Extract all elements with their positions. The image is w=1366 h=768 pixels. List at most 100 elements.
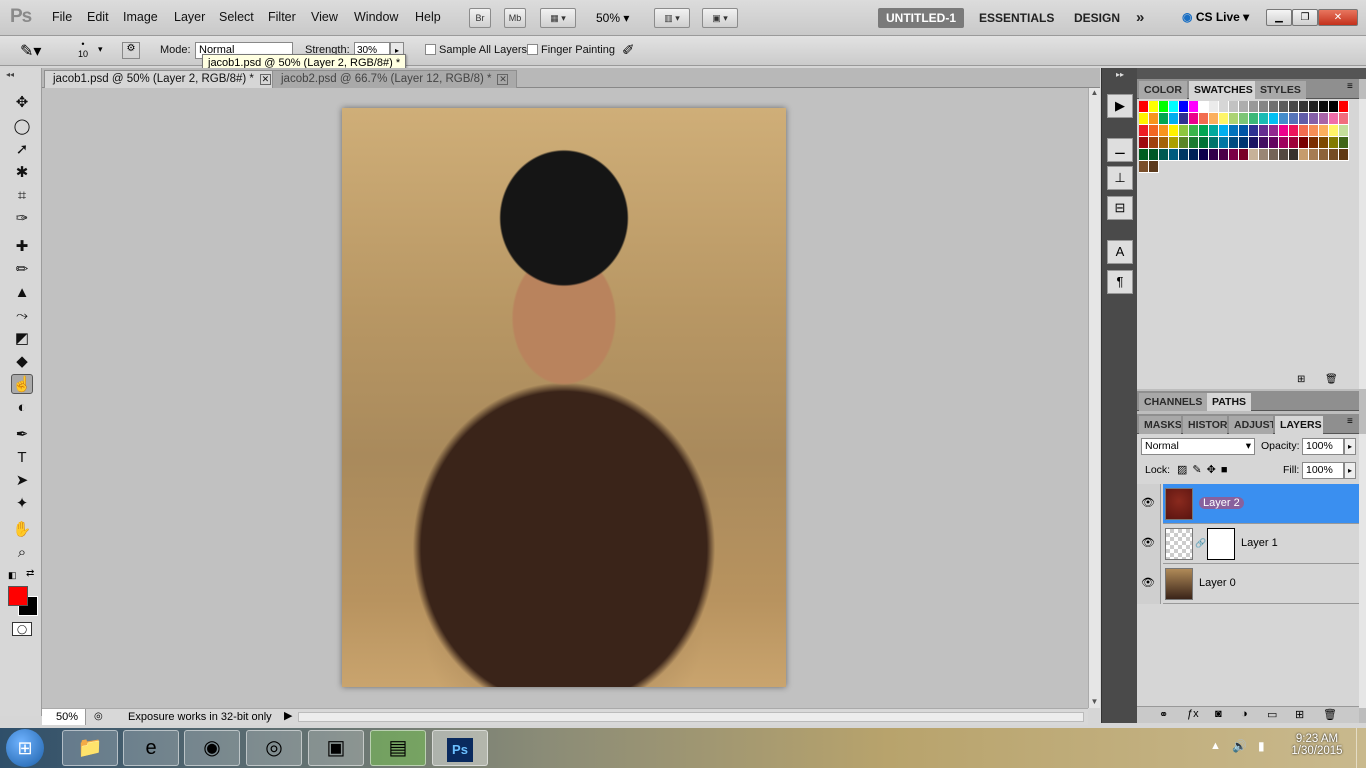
path-selection-tool-icon[interactable]: ➤ [11, 471, 33, 491]
color-swatch[interactable] [1279, 101, 1289, 113]
color-swatch[interactable] [1159, 149, 1169, 161]
color-swatch[interactable] [1139, 101, 1149, 113]
smudge-tool-preset-icon[interactable]: ✎▾ [20, 41, 41, 61]
color-swatch[interactable] [1209, 137, 1219, 149]
close-icon[interactable]: ✕ [497, 74, 509, 85]
color-swatch[interactable] [1159, 137, 1169, 149]
new-layer-icon[interactable]: ⊞ [1295, 708, 1304, 721]
color-swatch[interactable] [1329, 125, 1339, 137]
scroll-down-icon[interactable]: ▼ [1089, 697, 1100, 706]
color-swatch[interactable] [1189, 149, 1199, 161]
color-swatch[interactable] [1289, 125, 1299, 137]
eye-icon[interactable]: 👁 [1141, 536, 1155, 550]
tab-swatches[interactable]: SWATCHES [1189, 81, 1258, 99]
scroll-up-icon[interactable]: ▲ [1089, 88, 1100, 97]
color-swatch[interactable] [1179, 149, 1189, 161]
color-swatch[interactable] [1219, 113, 1229, 125]
volume-icon[interactable]: 🔊 [1232, 739, 1247, 753]
color-swatch[interactable] [1159, 125, 1169, 137]
color-swatch[interactable] [1319, 137, 1329, 149]
eye-icon[interactable]: 👁 [1141, 496, 1155, 510]
color-swatch[interactable] [1339, 125, 1349, 137]
workspace-untitled[interactable]: UNTITLED-1 [878, 8, 964, 28]
close-icon[interactable]: ✕ [259, 74, 271, 85]
color-swatch[interactable] [1339, 137, 1349, 149]
color-swatch[interactable] [1269, 149, 1279, 161]
fill-input[interactable]: 100% [1302, 462, 1344, 479]
paragraph-panel-icon[interactable]: ¶ [1107, 270, 1133, 294]
eyedropper-tool-icon[interactable]: ✑ [11, 209, 33, 229]
tab-masks[interactable]: MASKS [1139, 416, 1181, 434]
color-swatch[interactable] [1339, 149, 1349, 161]
swatches-scrollbar[interactable] [1359, 99, 1366, 389]
color-swatch[interactable] [1309, 149, 1319, 161]
marquee-tool-icon[interactable]: ◯ [11, 117, 33, 137]
color-swatch[interactable] [1229, 149, 1239, 161]
color-swatch[interactable] [1299, 149, 1309, 161]
color-swatch[interactable] [1249, 101, 1259, 113]
color-swatch[interactable] [1279, 149, 1289, 161]
lock-pixels-icon[interactable]: ✎ [1192, 464, 1206, 476]
hand-tool-icon[interactable]: ✋ [11, 520, 33, 540]
tab-styles[interactable]: STYLES [1255, 81, 1306, 99]
panel-collapse-bar[interactable] [1137, 68, 1366, 79]
mini-bridge-button[interactable]: Mb [504, 8, 526, 28]
color-swatch[interactable] [1239, 125, 1249, 137]
canvas-horizontal-scrollbar[interactable] [298, 712, 1084, 722]
color-swatch[interactable] [1319, 101, 1329, 113]
color-swatch[interactable] [1229, 101, 1239, 113]
document-image[interactable] [342, 108, 786, 687]
color-swatch[interactable] [1329, 101, 1339, 113]
eraser-tool-icon[interactable]: ◩ [11, 329, 33, 349]
color-swatch[interactable] [1239, 101, 1249, 113]
layer-2-name[interactable]: Layer 2 [1199, 497, 1244, 509]
status-zoom[interactable]: 50% [42, 709, 86, 725]
sample-all-layers-checkbox[interactable] [425, 44, 436, 55]
color-swatch[interactable] [1329, 137, 1339, 149]
color-swatch[interactable] [1289, 149, 1299, 161]
eye-icon[interactable]: 👁 [1141, 576, 1155, 590]
character-panel-icon[interactable]: A [1107, 240, 1133, 264]
color-swatch[interactable] [1239, 113, 1249, 125]
color-swatch[interactable] [1269, 101, 1279, 113]
clone-stamp-tool-icon[interactable]: ▲ [11, 283, 33, 303]
workspace-essentials[interactable]: ESSENTIALS [979, 8, 1054, 28]
show-desktop-button[interactable] [1356, 728, 1366, 768]
color-swatch[interactable] [1219, 137, 1229, 149]
tool-presets-icon[interactable]: ⊟ [1107, 196, 1133, 220]
quick-select-tool-icon[interactable]: ✱ [11, 163, 33, 183]
color-swatch[interactable] [1179, 137, 1189, 149]
color-swatch[interactable] [1269, 137, 1279, 149]
color-swatch[interactable] [1199, 149, 1209, 161]
menu-filter[interactable]: Filter [268, 10, 296, 24]
color-swatch[interactable] [1149, 101, 1159, 113]
color-swatch[interactable] [1239, 137, 1249, 149]
color-swatch[interactable] [1139, 113, 1149, 125]
status-info-icon[interactable]: ◎ [94, 711, 103, 722]
more-workspaces-icon[interactable]: » [1136, 8, 1144, 28]
color-swatch[interactable] [1269, 125, 1279, 137]
actions-panel-icon[interactable]: ▶ [1107, 94, 1133, 118]
color-swatch[interactable] [1179, 125, 1189, 137]
color-swatch[interactable] [1269, 113, 1279, 125]
canvas-area[interactable] [42, 88, 1088, 708]
color-swatch[interactable] [1149, 113, 1159, 125]
color-swatch[interactable] [1319, 125, 1329, 137]
color-swatch[interactable] [1279, 137, 1289, 149]
color-swatch[interactable] [1259, 149, 1269, 161]
color-swatch[interactable] [1259, 113, 1269, 125]
collapse-toolbox-icon[interactable]: ◂◂ [6, 70, 14, 79]
finger-painting-checkbox[interactable] [527, 44, 538, 55]
color-swatch[interactable] [1299, 113, 1309, 125]
mask-link-icon[interactable]: 🔗 [1195, 538, 1206, 549]
tab-color[interactable]: COLOR [1139, 81, 1187, 99]
healing-brush-tool-icon[interactable]: ✚ [11, 237, 33, 257]
color-swatch[interactable] [1169, 101, 1179, 113]
tab-history[interactable]: HISTOR [1183, 416, 1227, 434]
color-swatch[interactable] [1309, 113, 1319, 125]
menu-help[interactable]: Help [415, 10, 441, 24]
color-swatch[interactable] [1289, 113, 1299, 125]
color-swatch[interactable] [1169, 125, 1179, 137]
brush-tool-icon[interactable]: ✏ [11, 260, 33, 280]
blend-mode-select[interactable]: Normal ▾ [1141, 438, 1255, 455]
